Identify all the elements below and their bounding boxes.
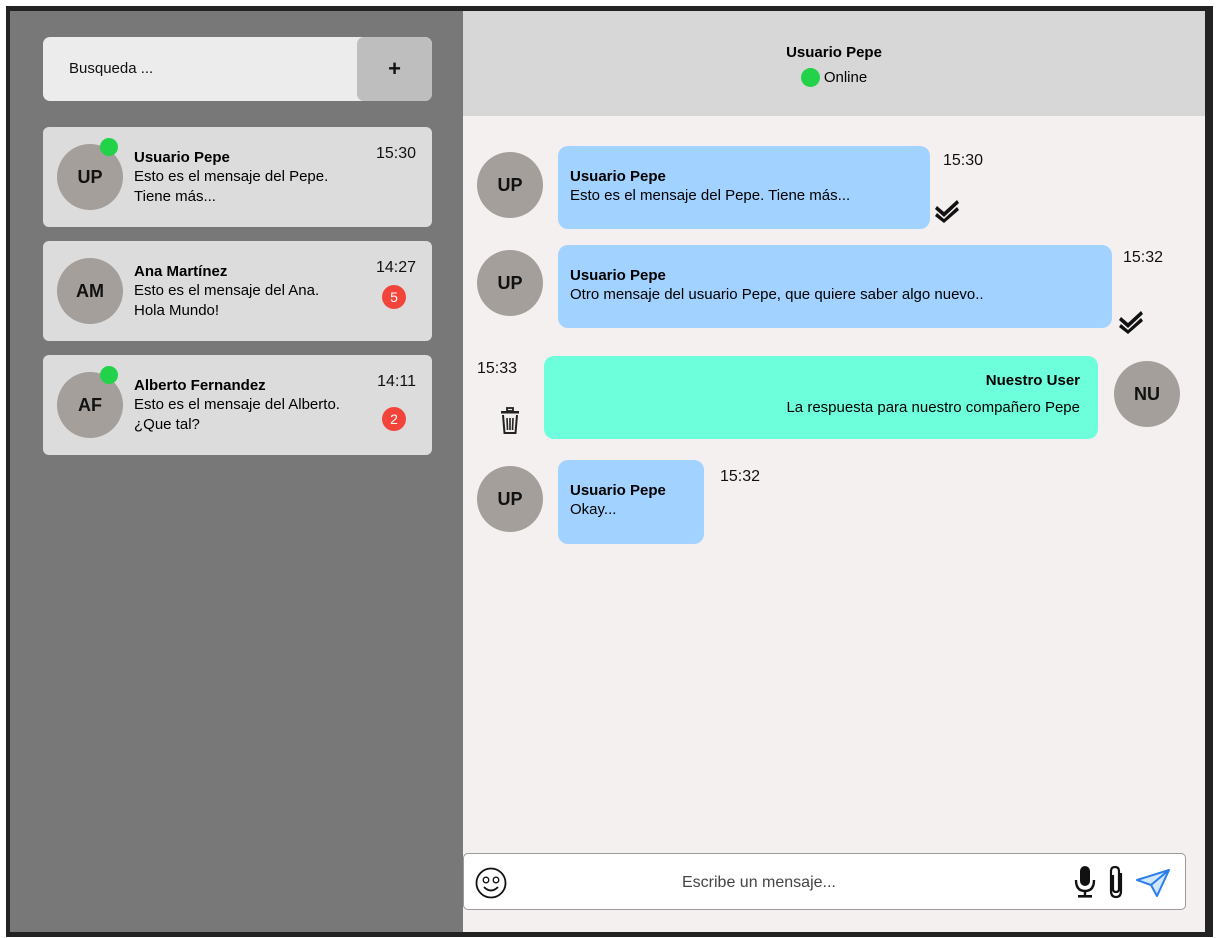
- chat-header: Usuario Pepe Online: [463, 11, 1205, 116]
- trash-icon[interactable]: [499, 407, 521, 435]
- message-time: 15:30: [943, 152, 984, 169]
- conversation-time: 14:27: [375, 259, 416, 276]
- message-bubble[interactable]: Usuario Pepe Otro mensaje del usuario Pe…: [558, 245, 1112, 328]
- chat-contact-name: Usuario Pepe: [786, 44, 882, 61]
- conversation-preview: Esto es el mensaje del Alberto. ¿Que tal…: [134, 396, 340, 433]
- message-bubble[interactable]: Usuario Pepe Okay...: [558, 460, 704, 544]
- message-avatar: UP: [477, 250, 543, 316]
- paper-plane-send-icon[interactable]: [1135, 868, 1171, 898]
- avatar: AM: [57, 258, 123, 324]
- message-time: 15:32: [720, 468, 761, 485]
- conversation-preview: Esto es el mensaje del Pepe. Tiene más..…: [134, 168, 329, 205]
- message-sender: Usuario Pepe: [570, 482, 666, 499]
- chat-pane: Usuario Pepe Online UP Usuario Pepe Esto…: [463, 11, 1205, 932]
- message-bubble[interactable]: Nuestro User La respuesta para nuestro c…: [544, 356, 1098, 439]
- conversation-name: Ana Martínez: [134, 263, 228, 280]
- conversation-item[interactable]: AM Ana Martínez Esto es el mensaje del A…: [43, 241, 432, 341]
- add-chat-button[interactable]: +: [357, 37, 432, 101]
- conversation-time: 14:11: [377, 373, 416, 390]
- message-text: Okay...: [570, 501, 617, 518]
- paperclip-icon[interactable]: [1107, 864, 1127, 900]
- conversation-name: Usuario Pepe: [134, 149, 230, 166]
- message-sender: Usuario Pepe: [570, 267, 666, 284]
- search-box[interactable]: Busqueda ... +: [43, 37, 432, 101]
- contact-status: Online: [463, 68, 1205, 87]
- message-text: La respuesta para nuestro compañero Pepe: [786, 399, 1080, 416]
- unread-badge: 5: [382, 285, 406, 309]
- message-time: 15:32: [1123, 249, 1164, 266]
- message-composer: Escribe un mensaje...: [463, 853, 1186, 910]
- message-avatar: NU: [1114, 361, 1180, 427]
- double-check-icon: [935, 200, 959, 223]
- conversation-item[interactable]: AF Alberto Fernandez Esto es el mensaje …: [43, 355, 432, 455]
- message-sender: Usuario Pepe: [570, 168, 666, 185]
- search-input[interactable]: Busqueda ...: [69, 37, 153, 101]
- message-bubble[interactable]: Usuario Pepe Esto es el mensaje del Pepe…: [558, 146, 930, 229]
- smiley-face-icon[interactable]: [475, 867, 507, 899]
- message-time: 15:33: [477, 360, 518, 377]
- conversation-time: 15:30: [375, 145, 416, 162]
- message-text: Otro mensaje del usuario Pepe, que quier…: [570, 286, 984, 303]
- online-indicator: [800, 68, 820, 87]
- unread-badge: 2: [382, 407, 406, 431]
- online-indicator: [100, 366, 118, 384]
- conversation-preview: Esto es el mensaje del Ana. Hola Mundo!: [134, 282, 320, 319]
- double-check-icon: [1119, 311, 1143, 334]
- message-sender: Nuestro User: [985, 372, 1080, 389]
- microphone-icon[interactable]: [1074, 865, 1096, 899]
- message-avatar: UP: [477, 152, 543, 218]
- sidebar: Busqueda ... + UP Usuario Pepe Esto es e…: [10, 11, 463, 932]
- status-text: Online: [823, 69, 868, 86]
- message-avatar: UP: [477, 466, 543, 532]
- message-input[interactable]: Escribe un mensaje...: [682, 854, 836, 911]
- conversation-name: Alberto Fernandez: [134, 377, 266, 394]
- online-indicator: [100, 138, 118, 156]
- message-text: Esto es el mensaje del Pepe. Tiene más..…: [570, 187, 851, 204]
- conversation-item[interactable]: UP Usuario Pepe Esto es el mensaje del P…: [43, 127, 432, 227]
